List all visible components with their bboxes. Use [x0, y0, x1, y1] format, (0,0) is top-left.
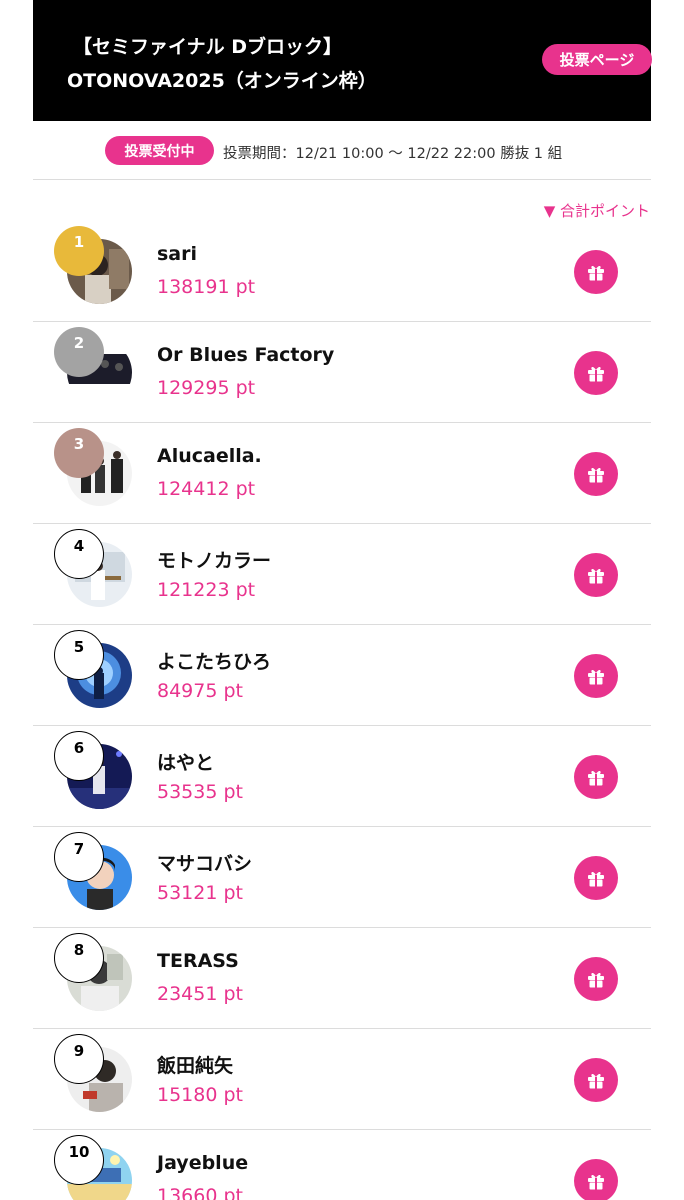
artist-name[interactable]: よこたちひろ [157, 647, 271, 674]
vote-page-button[interactable]: 投票ページ [542, 44, 652, 75]
artist-name[interactable]: sari [157, 243, 197, 265]
ranking-row: 4 モトノカラー 121223 pt [33, 524, 651, 625]
rank-badge: 9 [54, 1034, 104, 1084]
rank-badge: 7 [54, 832, 104, 882]
points-value: 15180 pt [157, 1084, 243, 1106]
ranking-row: 9 飯田純矢 15180 pt [33, 1029, 651, 1130]
gift-button[interactable] [574, 654, 618, 698]
points-value: 124412 pt [157, 478, 256, 500]
gift-button[interactable] [574, 452, 618, 496]
gift-button[interactable] [574, 250, 618, 294]
gift-button[interactable] [574, 553, 618, 597]
rank-badge: 4 [54, 529, 104, 579]
artist-name[interactable]: 飯田純矢 [157, 1051, 233, 1078]
gift-icon [588, 669, 604, 685]
gift-button[interactable] [574, 1058, 618, 1102]
ranking-list: 1 sari 138191 pt 2 Or Blues Factory 1292… [33, 221, 651, 1200]
ranking-row: 3 Alucaella. 124412 pt [33, 423, 651, 524]
divider [33, 179, 651, 180]
gift-icon [588, 265, 604, 281]
sort-by-total-points[interactable]: ▼ 合計ポイント [544, 200, 650, 221]
points-value: 121223 pt [157, 579, 256, 601]
artist-name[interactable]: はやと [157, 748, 214, 775]
ranking-row: 2 Or Blues Factory 129295 pt [33, 322, 651, 423]
gift-icon [588, 1174, 604, 1190]
artist-name[interactable]: Alucaella. [157, 445, 262, 467]
ranking-row: 1 sari 138191 pt [33, 221, 651, 322]
page-header: 【セミファイナル Dブロック】 OTONOVA2025（オンライン枠） 投票ペー… [33, 0, 652, 121]
points-value: 53535 pt [157, 781, 243, 803]
page-title-line1: 【セミファイナル Dブロック】 [73, 36, 343, 58]
gift-icon [588, 770, 604, 786]
status-row: 投票受付中 投票期間：12/21 10:00 〜 12/22 22:00 勝抜 … [33, 133, 651, 169]
rank-badge: 3 [54, 428, 104, 478]
page-title-line2: OTONOVA2025（オンライン枠） [67, 70, 377, 92]
points-value: 13660 pt [157, 1185, 243, 1200]
gift-icon [588, 568, 604, 584]
gift-button[interactable] [574, 1159, 618, 1200]
points-value: 23451 pt [157, 983, 243, 1005]
artist-name[interactable]: モトノカラー [157, 546, 271, 573]
ranking-row: 10 Jayeblue 13660 pt [33, 1130, 651, 1200]
gift-icon [588, 467, 604, 483]
ranking-row: 5 よこたちひろ 84975 pt [33, 625, 651, 726]
artist-name[interactable]: TERASS [157, 950, 239, 972]
rank-badge: 10 [54, 1135, 104, 1185]
voting-period-text: 投票期間：12/21 10:00 〜 12/22 22:00 勝抜 1 組 [223, 146, 563, 162]
rank-badge: 5 [54, 630, 104, 680]
gift-button[interactable] [574, 755, 618, 799]
gift-icon [588, 871, 604, 887]
points-value: 84975 pt [157, 680, 243, 702]
points-value: 53121 pt [157, 882, 243, 904]
ranking-row: 7 マサコバシ 53121 pt [33, 827, 651, 928]
gift-button[interactable] [574, 351, 618, 395]
gift-icon [588, 366, 604, 382]
rank-badge: 6 [54, 731, 104, 781]
status-badge: 投票受付中 [105, 136, 214, 165]
ranking-row: 6 はやと 53535 pt [33, 726, 651, 827]
rank-badge: 2 [54, 327, 104, 377]
points-value: 138191 pt [157, 276, 256, 298]
gift-icon [588, 972, 604, 988]
rank-badge: 8 [54, 933, 104, 983]
points-value: 129295 pt [157, 377, 256, 399]
gift-icon [588, 1073, 604, 1089]
artist-name[interactable]: Or Blues Factory [157, 344, 334, 366]
gift-button[interactable] [574, 957, 618, 1001]
artist-name[interactable]: マサコバシ [157, 849, 252, 876]
rank-badge: 1 [54, 226, 104, 276]
ranking-row: 8 TERASS 23451 pt [33, 928, 651, 1029]
artist-name[interactable]: Jayeblue [157, 1152, 248, 1174]
gift-button[interactable] [574, 856, 618, 900]
